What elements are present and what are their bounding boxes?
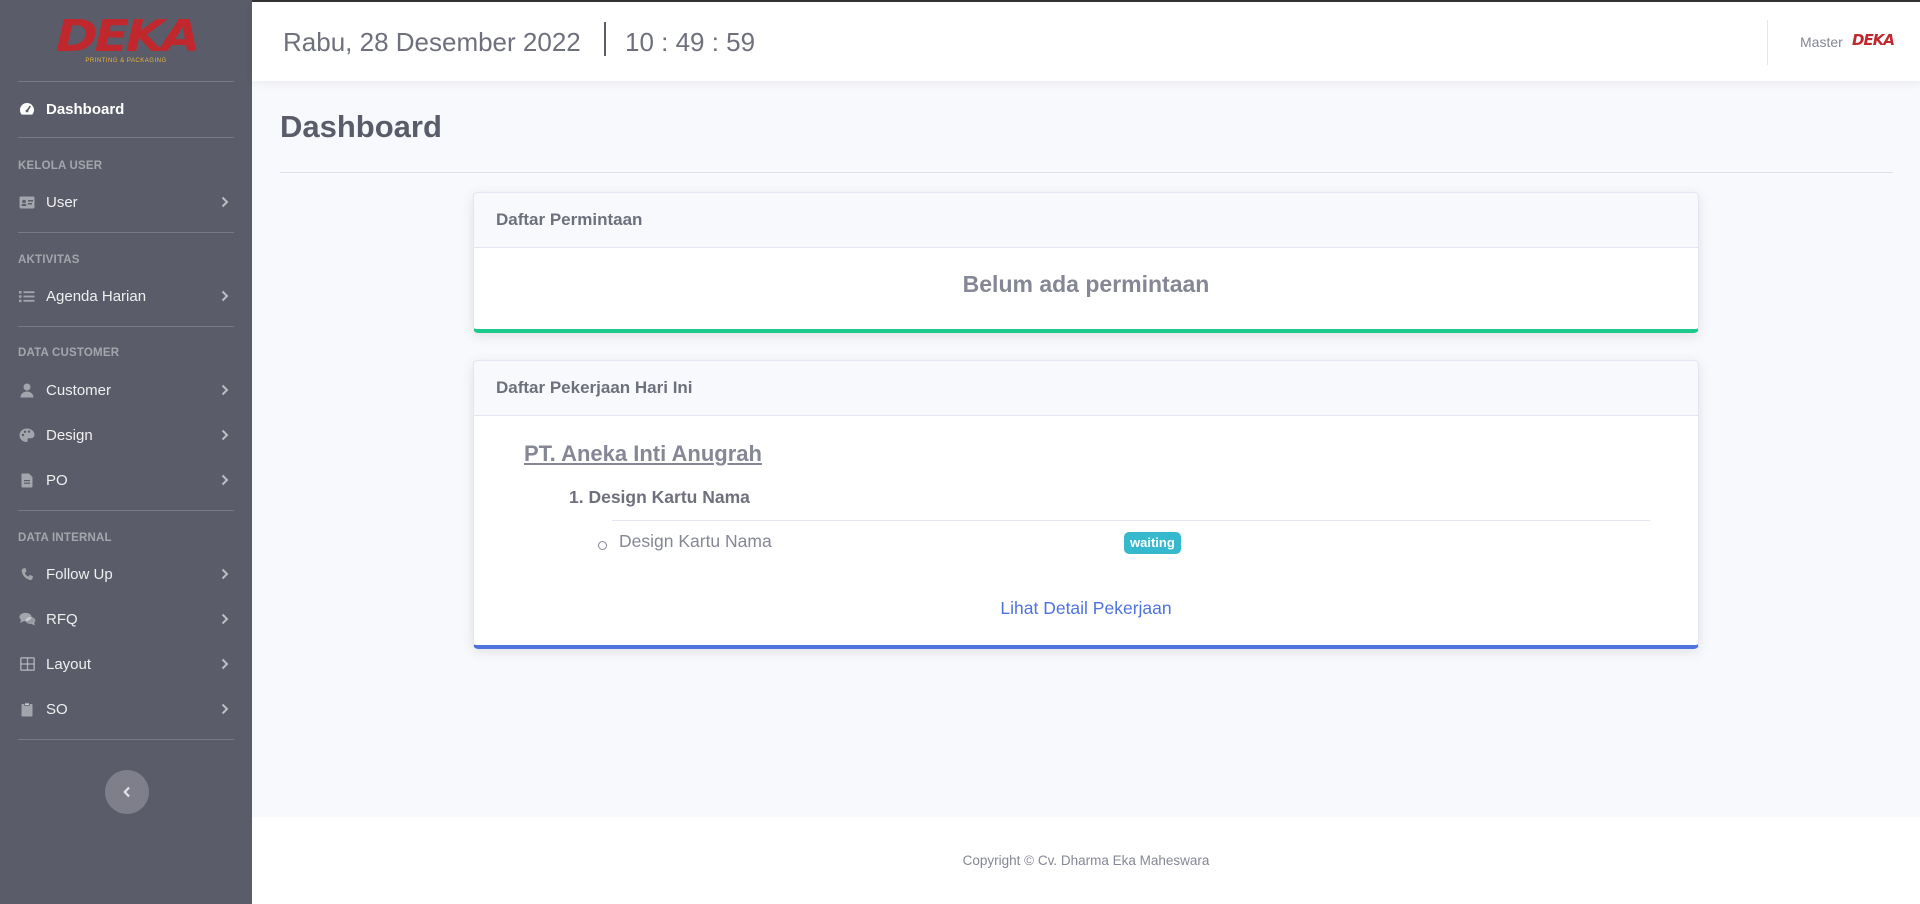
job-title: 1. Design Kartu Nama (569, 487, 750, 507)
sidebar-heading-data-customer: DATA CUSTOMER (18, 347, 120, 359)
chevron-right-icon (220, 429, 230, 441)
sidebar-item-label: Layout (46, 655, 92, 673)
sidebar-item-label: Design (46, 426, 93, 444)
requests-card-header: Daftar Permintaan (474, 193, 1698, 248)
sidebar-toggle-button[interactable] (105, 770, 149, 814)
sidebar-item-user[interactable]: User (0, 180, 252, 224)
sidebar-divider (18, 510, 234, 511)
sidebar-heading-aktivitas: AKTIVITAS (18, 254, 80, 266)
user-icon (18, 381, 36, 399)
chevron-right-icon (220, 613, 230, 625)
topbar-divider (1767, 20, 1768, 65)
current-time: 10 : 49 : 59 (625, 27, 756, 57)
tachometer-icon (18, 100, 36, 118)
copyright-text: Copyright © Cv. Dharma Eka Maheswara (962, 853, 1210, 868)
sidebar-item-dashboard[interactable]: Dashboard (0, 87, 252, 131)
sidebar-heading-kelola-user: KELOLA USER (18, 160, 103, 172)
chevron-right-icon (220, 196, 230, 208)
chevron-right-icon (220, 290, 230, 302)
list-icon (18, 287, 36, 305)
sidebar: DEKA PRINTING & PACKAGING Dashboard KELO… (0, 0, 252, 904)
sidebar-item-agenda-harian[interactable]: Agenda Harian (0, 274, 252, 318)
view-job-details-link[interactable]: Lihat Detail Pekerjaan (474, 598, 1698, 619)
phone-volume-icon (18, 565, 36, 583)
sidebar-item-rfq[interactable]: RFQ (0, 597, 252, 641)
sidebar-item-design[interactable]: Design (0, 413, 252, 457)
sidebar-item-label: Dashboard (46, 100, 125, 118)
brand[interactable]: DEKA PRINTING & PACKAGING (0, 0, 252, 81)
sidebar-item-so[interactable]: SO (0, 687, 252, 731)
user-avatar[interactable]: DEKA (1852, 31, 1895, 49)
palette-icon (18, 426, 36, 444)
sidebar-item-label: SO (46, 700, 68, 718)
status-badge: waiting (1124, 532, 1181, 554)
page-divider (280, 172, 1893, 173)
requests-card: Daftar Permintaan Belum ada permintaan (473, 192, 1699, 333)
task-name: Design Kartu Nama (619, 531, 772, 551)
company-name[interactable]: PT. Aneka Inti Anugrah (524, 441, 762, 467)
footer: Copyright © Cv. Dharma Eka Maheswara (252, 817, 1920, 904)
topbar-divider (604, 22, 606, 56)
sidebar-item-label: User (46, 193, 78, 211)
user-name[interactable]: Master (1800, 34, 1843, 50)
table-icon (18, 655, 36, 673)
sidebar-item-follow-up[interactable]: Follow Up (0, 552, 252, 596)
sidebar-heading-data-internal: DATA INTERNAL (18, 532, 112, 544)
sidebar-item-label: Agenda Harian (46, 287, 147, 305)
sidebar-item-layout[interactable]: Layout (0, 642, 252, 686)
sidebar-divider (18, 232, 234, 233)
sidebar-divider (18, 739, 234, 740)
sidebar-item-po[interactable]: PO (0, 458, 252, 502)
page-title: Dashboard (280, 109, 442, 144)
sidebar-item-customer[interactable]: Customer (0, 368, 252, 412)
jobs-card: Daftar Pekerjaan Hari Ini PT. Aneka Inti… (473, 360, 1699, 649)
chevron-right-icon (220, 703, 230, 715)
brand-logo: DEKA (55, 11, 200, 62)
chevron-right-icon (220, 474, 230, 486)
sidebar-divider (18, 326, 234, 327)
comments-icon (18, 610, 36, 628)
current-date: Rabu, 28 Desember 2022 (283, 27, 581, 57)
chevron-right-icon (220, 568, 230, 580)
id-card-icon (18, 193, 36, 211)
chevron-right-icon (220, 384, 230, 396)
requests-empty-message: Belum ada permintaan (962, 271, 1210, 297)
sidebar-item-label: PO (46, 471, 68, 489)
sidebar-item-label: Customer (46, 381, 112, 399)
jobs-card-header: Daftar Pekerjaan Hari Ini (474, 361, 1698, 416)
sidebar-item-label: RFQ (46, 610, 78, 628)
bullet-icon (598, 541, 607, 550)
clipboard-icon (18, 700, 36, 718)
sidebar-item-label: Follow Up (46, 565, 113, 583)
file-icon (18, 471, 36, 489)
chevron-right-icon (220, 658, 230, 670)
topbar: Rabu, 28 Desember 2022 10 : 49 : 59 Mast… (252, 0, 1920, 81)
sidebar-divider (18, 137, 234, 138)
sidebar-divider (18, 81, 234, 82)
chevron-left-icon (123, 786, 131, 798)
job-divider (612, 520, 1650, 521)
